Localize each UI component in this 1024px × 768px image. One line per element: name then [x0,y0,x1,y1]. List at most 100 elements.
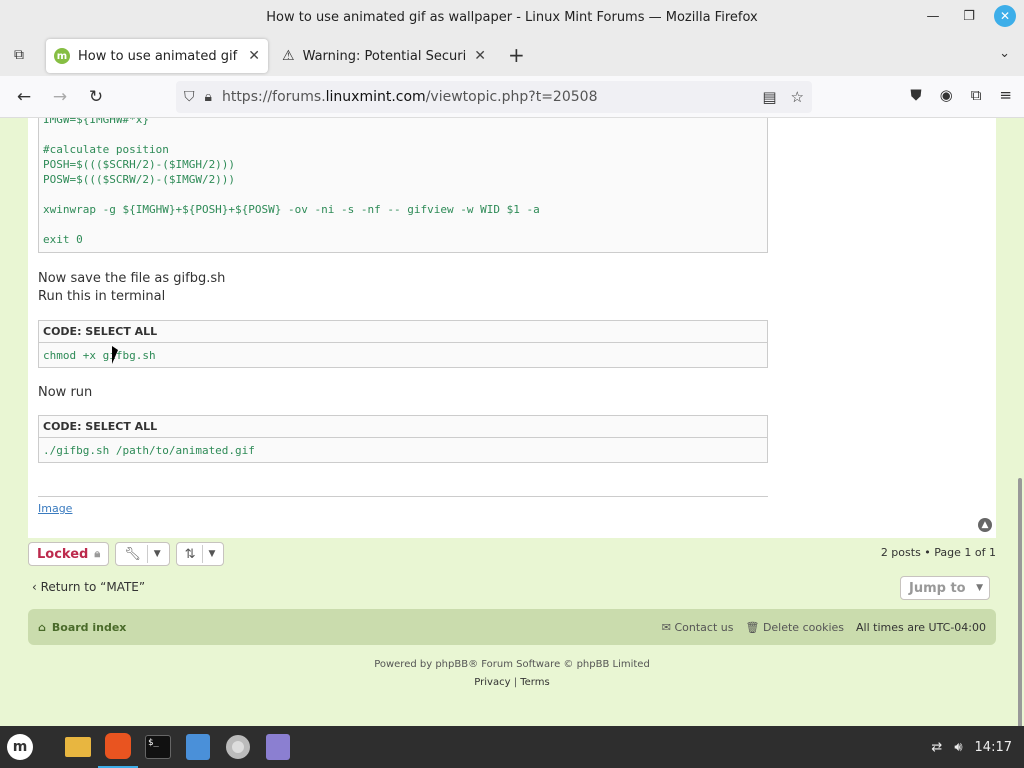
network-icon[interactable]: ⇄ [931,740,942,755]
account-icon[interactable]: ◉ [940,86,953,104]
url-bar[interactable]: ⛉ 🔒︎ https://forums.linuxmint.com/viewto… [176,81,812,113]
terms-link[interactable]: Terms [520,677,549,688]
close-tab-icon[interactable]: ✕ [474,48,486,64]
files-icon[interactable] [58,726,98,768]
locked-label: Locked [37,546,89,562]
contact-us-link[interactable]: ✉ Contact us [662,621,734,634]
url-prefix: https://forums. [221,89,326,105]
code-line: exit 0 [43,233,83,246]
tab-label: Warning: Potential Security [302,48,467,64]
clock[interactable]: 14:17 [975,740,1012,755]
select-all-link[interactable]: CODE: SELECT ALL [43,420,157,433]
sort-display-button[interactable]: ⇅ ▼ [175,542,225,566]
envelope-icon: ✉ [661,620,675,634]
page-scrollbar[interactable] [1018,478,1022,726]
new-tab-icon[interactable]: + [508,43,525,67]
caret-down-icon: ▼ [976,583,983,593]
disc-icon [226,735,250,759]
reader-view-icon[interactable]: ▤ [762,88,776,106]
signature-divider [38,496,768,497]
text-editor-taskbar-icon[interactable] [178,726,218,768]
url-domain: linuxmint.com [325,89,426,105]
select-all-link[interactable]: CODE: SELECT ALL [43,325,157,338]
footer-links: ✉ Contact us 🗑︎ Delete cookies All times… [662,621,986,634]
firefox-taskbar-icon[interactable] [98,726,138,768]
close-window-icon[interactable]: ✕ [994,5,1016,27]
linuxmint-favicon-icon: m [54,48,70,64]
code-body[interactable]: IMGW=${IMGHW#*x} #calculate position POS… [39,118,767,254]
action-buttons: Locked 🔒︎ 🔧︎ ▼ ⇅ ▼ [28,542,225,566]
run-terminal-text: Run this in terminal [38,289,166,304]
privacy-link[interactable]: Privacy [474,677,510,688]
code-line: POSW=$((($SCRW/2)-($IMGW/2))) [43,173,236,186]
timezone-text: All times are UTC-04:00 [856,620,986,634]
board-index-link[interactable]: ⌂ Board index [38,621,126,634]
menu-icon[interactable]: ≡ [999,86,1012,104]
taskbar: m $_ ⇄ 🔊︎ 14:17 [0,726,1024,768]
pocket-icon[interactable]: ⛊ [910,86,921,104]
delete-cookies-link[interactable]: 🗑︎ Delete cookies [745,621,844,634]
chevron-left-icon: ‹ [32,580,41,594]
terminal-icon: $_ [145,735,171,759]
url-actions: ▤ ☆ [762,88,804,106]
media-taskbar-icon[interactable] [218,726,258,768]
linuxmint-logo-icon: m [7,734,33,760]
back-icon[interactable]: ← [6,87,42,107]
return-link[interactable]: ‹ Return to “MATE” [32,580,145,594]
tab-active[interactable]: m How to use animated gif as ✕ [46,39,268,73]
lock-icon: 🔒︎ [94,547,101,560]
extensions-icon[interactable]: ⧉ [971,86,982,104]
code-header: CODE: SELECT ALL [39,321,767,343]
window-title: How to use animated gif as wallpaper - L… [266,9,758,25]
notes-taskbar-icon[interactable] [258,726,298,768]
minimize-icon[interactable]: — [922,5,944,27]
code-body[interactable]: chmod +x gifbg.sh [39,343,767,368]
wrench-icon: 🔧︎ [124,546,141,562]
maximize-icon[interactable]: ❐ [958,5,980,27]
system-tray: ⇄ 🔊︎ 14:17 [931,726,1012,768]
code-line: #calculate position [43,143,169,156]
divider [146,545,148,563]
signature-image-link[interactable]: Image [38,502,72,515]
notes-icon [266,734,290,760]
url-text[interactable]: https://forums.linuxmint.com/viewtopic.p… [222,89,598,105]
forward-icon[interactable]: → [42,87,78,107]
return-label: Return to “MATE” [40,580,146,594]
code-body[interactable]: ./gifbg.sh /path/to/animated.gif [39,438,767,463]
caret-down-icon: ▼ [208,549,216,559]
start-menu-button[interactable]: m [0,726,40,768]
jump-to-button[interactable]: Jump to ▼ [900,576,990,600]
pagination-info: 2 posts • Page 1 of 1 [880,546,996,559]
separator: | [513,677,518,688]
tab-list-icon[interactable]: ⧉ [0,47,38,63]
topic-tools-button[interactable]: 🔧︎ ▼ [115,542,170,566]
code-line: xwinwrap -g ${IMGHW}+${POSH}+${POSW} -ov… [43,203,540,216]
lock-icon[interactable]: 🔒︎ [205,89,212,105]
post-panel: IMGW=${IMGHW#*x} #calculate position POS… [28,118,996,538]
toolbar-right: ⛊ ◉ ⧉ ≡ [910,86,1012,104]
firefox-icon [105,733,131,759]
shield-icon[interactable]: ⛉ [184,89,195,105]
window-controls: — ❐ ✕ [922,5,1016,27]
reload-icon[interactable]: ↻ [78,87,114,107]
save-text: Now save the file as gifbg.sh [38,271,226,286]
close-tab-icon[interactable]: ✕ [248,48,260,64]
chevron-down-icon[interactable]: ⌄ [999,46,1010,61]
code-line: POSH=$((($SCRH/2)-($IMGH/2))) [43,158,236,171]
bookmark-star-icon[interactable]: ☆ [791,88,804,106]
page-content: IMGW=${IMGHW#*x} #calculate position POS… [0,118,1024,726]
terminal-taskbar-icon[interactable]: $_ [138,726,178,768]
back-to-top-icon[interactable]: ▲ [978,518,992,532]
navigation-bar: ← → ↻ ⛉ 🔒︎ https://forums.linuxmint.com/… [0,76,1024,118]
locked-button[interactable]: Locked 🔒︎ [28,542,110,566]
contact-us-label: Contact us [674,620,734,634]
volume-icon[interactable]: 🔊︎ [954,740,962,755]
caret-down-icon: ▼ [153,549,161,559]
tab-inactive[interactable]: ⚠ Warning: Potential Security ✕ [274,39,494,73]
folder-icon [65,737,91,757]
code-line: IMGW=${IMGHW#*x} [43,118,149,126]
code-block-run: CODE: SELECT ALL ./gifbg.sh /path/to/ani… [38,415,768,463]
